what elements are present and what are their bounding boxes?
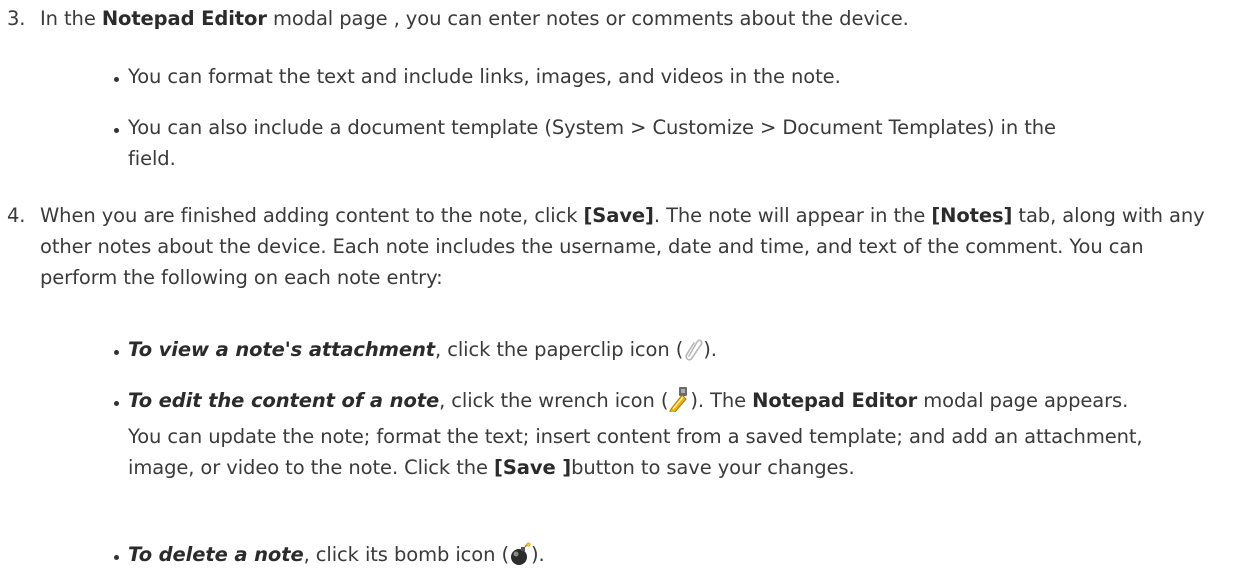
step-4-bullets-3: To delete a note, click its bomb icon ()… bbox=[0, 539, 1200, 575]
step-4-bullets-2: To edit the content of a note, click the… bbox=[0, 385, 1150, 483]
step-number: 4. bbox=[7, 204, 26, 227]
list-item: You can format the text and include link… bbox=[0, 61, 1200, 92]
list-item: To edit the content of a note, click the… bbox=[0, 385, 1150, 483]
step-number: 3. bbox=[7, 7, 26, 30]
save-label: [Save] bbox=[583, 204, 654, 227]
paperclip-icon bbox=[683, 337, 703, 370]
list-item: You can also include a document template… bbox=[0, 112, 1100, 174]
step-3-bullets-2: You can also include a document template… bbox=[0, 112, 1100, 174]
step-text: In the Notepad Editor modal page , you c… bbox=[40, 7, 909, 30]
step-3-bullets: You can format the text and include link… bbox=[0, 61, 1200, 92]
notes-tab-label: [Notes] bbox=[931, 204, 1013, 227]
step-4-bullets: To view a note's attachment, click the p… bbox=[0, 334, 1200, 370]
step-3: 3. In the Notepad Editor modal page , yo… bbox=[0, 3, 1200, 34]
step-4: 4. When you are finished adding content … bbox=[0, 200, 1222, 293]
document: 3. In the Notepad Editor modal page , yo… bbox=[0, 0, 1233, 585]
list-item: To delete a note, click its bomb icon ()… bbox=[0, 539, 1200, 575]
notepad-editor-label: Notepad Editor bbox=[101, 7, 267, 30]
wrench-icon bbox=[668, 386, 690, 421]
save-button-label: [Save ] bbox=[494, 456, 572, 479]
notepad-editor-label: Notepad Editor bbox=[752, 389, 918, 412]
bomb-icon bbox=[509, 542, 531, 575]
step-text: When you are finished adding content to … bbox=[40, 204, 1205, 289]
list-item: To view a note's attachment, click the p… bbox=[0, 334, 1200, 370]
